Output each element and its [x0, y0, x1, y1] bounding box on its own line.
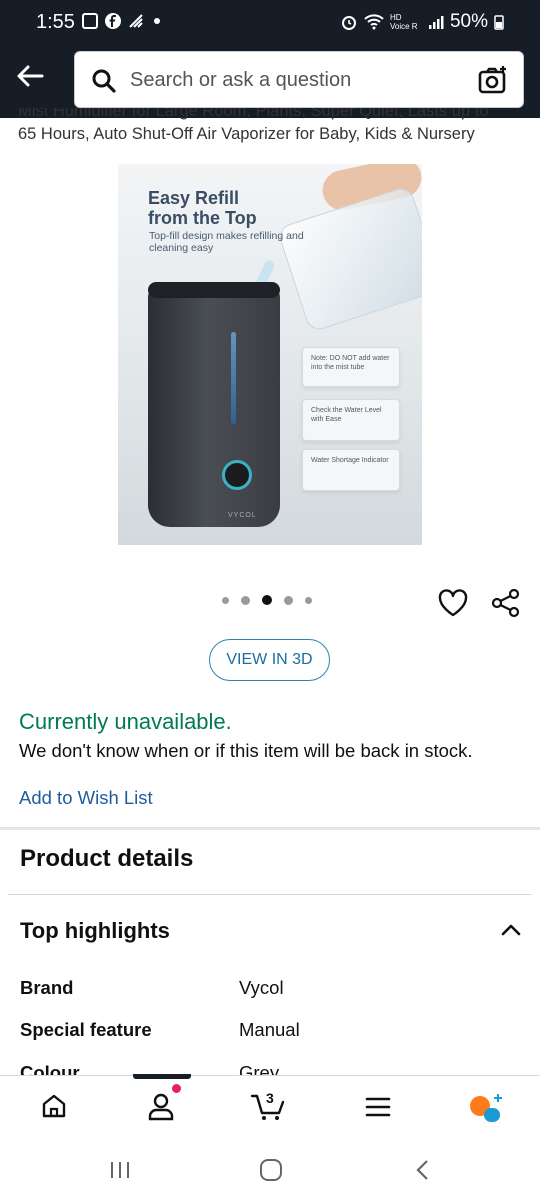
rufus-icon[interactable]: [466, 1092, 506, 1124]
carousel-dot[interactable]: [305, 596, 312, 604]
product-details-heading: Product details: [20, 845, 194, 872]
camera-search-icon[interactable]: [477, 64, 509, 96]
spec-key: Special feature: [20, 1019, 152, 1040]
brand-mark: VYCOL: [228, 512, 257, 519]
carousel-dot[interactable]: [284, 595, 293, 605]
battery-percent: 50%: [449, 11, 488, 32]
more-notifications-icon: [154, 18, 160, 24]
note-card-2: Check the Water Level with Ease: [302, 399, 400, 441]
menu-icon[interactable]: [364, 1095, 392, 1119]
product-title-line2: 65 Hours, Auto Shut-Off Air Vaporizer fo…: [18, 125, 475, 143]
availability-status: Currently unavailable.: [19, 709, 232, 734]
top-highlights-heading[interactable]: Top highlights: [20, 918, 170, 944]
recent-apps-icon[interactable]: [108, 1160, 132, 1180]
water-level-window: [231, 332, 236, 424]
spec-row: Colour Grey: [20, 1062, 520, 1076]
status-bar: 1:55 HD Voice R 50%: [0, 0, 540, 46]
wifi-calling-icon: [129, 14, 143, 28]
back-button-icon[interactable]: [413, 1158, 433, 1182]
signal-icon: [428, 16, 444, 29]
search-bar[interactable]: Search or ask a question: [74, 51, 524, 108]
spec-key: Colour: [20, 1062, 80, 1076]
back-arrow-icon[interactable]: [12, 58, 48, 94]
bottom-navigation: 3: [0, 1074, 540, 1137]
share-icon[interactable]: [490, 588, 522, 618]
note-card-3: Water Shortage Indicator: [302, 449, 400, 491]
add-to-wish-list-link[interactable]: Add to Wish List: [19, 787, 153, 809]
notification-dot: [172, 1084, 181, 1093]
section-divider: [0, 827, 540, 830]
cart-count: 3: [266, 1090, 274, 1106]
pitcher-graphic: [276, 185, 422, 333]
wifi-icon: [364, 14, 384, 30]
carousel-dot[interactable]: [222, 596, 229, 604]
divider: [8, 894, 532, 895]
product-image[interactable]: Easy Refill from the Top Top-fill design…: [118, 164, 422, 545]
home-icon[interactable]: [40, 1092, 68, 1120]
gallery-icon: [82, 13, 98, 29]
spec-key: Brand: [20, 977, 74, 998]
humidifier-body: [148, 287, 280, 527]
spec-value: Vycol: [239, 977, 284, 998]
stock-message: We don't know when or if this item will …: [19, 740, 473, 761]
account-icon[interactable]: [147, 1092, 175, 1122]
system-navigation-bar: [0, 1138, 540, 1200]
notification-icons: [82, 12, 160, 30]
control-knob: [222, 460, 252, 490]
system-icons: HD Voice R 50%: [340, 11, 504, 33]
image-carousel-dots: [222, 595, 312, 605]
status-time: 1:55: [36, 11, 75, 33]
product-title: Mist Humidifier for Large Room, Plants, …: [18, 108, 528, 154]
app-header: 1:55 HD Voice R 50% Search or ask a ques…: [0, 0, 540, 118]
view-in-3d-button[interactable]: VIEW IN 3D: [209, 639, 330, 681]
heart-icon[interactable]: [437, 588, 469, 618]
product-title-line1: Mist Humidifier for Large Room, Plants, …: [18, 108, 489, 120]
spec-value: Manual: [239, 1019, 300, 1040]
search-icon: [92, 69, 116, 93]
home-button-icon[interactable]: [259, 1158, 283, 1182]
note-card-1: Note: DO NOT add water into the mist tub…: [302, 347, 400, 387]
facebook-icon: [105, 13, 121, 29]
carousel-dot-active[interactable]: [262, 595, 272, 605]
battery-icon: [494, 15, 504, 30]
alarm-icon: [341, 16, 356, 30]
spec-value: Grey: [239, 1062, 280, 1076]
humidifier-lid: [148, 282, 280, 298]
image-subhead: Top-fill design makes refilling and clea…: [149, 230, 304, 254]
search-input[interactable]: Search or ask a question: [130, 69, 351, 92]
active-tab-indicator: [133, 1074, 191, 1079]
chevron-up-icon[interactable]: [500, 920, 522, 940]
image-headline: Easy Refill from the Top: [148, 188, 257, 228]
network-label: HD Voice R: [389, 13, 418, 31]
carousel-dot[interactable]: [241, 595, 250, 605]
